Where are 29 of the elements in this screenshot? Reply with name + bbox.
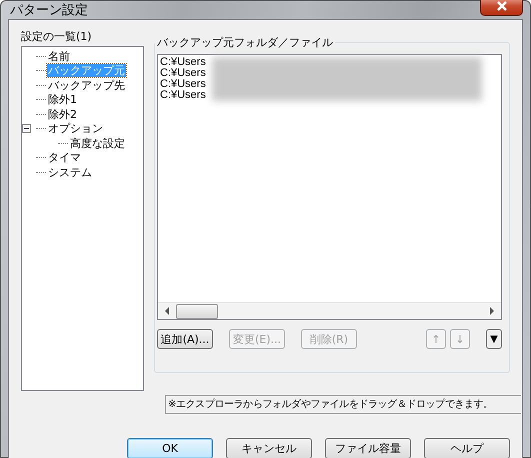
path-item[interactable]: C:¥Users [160, 68, 206, 79]
tree-item[interactable]: システム [47, 166, 93, 179]
path-item[interactable]: C:¥Users [160, 79, 206, 90]
path-item[interactable]: C:¥Users [160, 57, 206, 68]
collapse-toggle[interactable] [22, 124, 31, 134]
dialog-button[interactable]: ヘルプ [424, 438, 510, 458]
scroll-thumb[interactable] [176, 304, 218, 318]
horizontal-scrollbar[interactable] [158, 302, 501, 319]
close-button[interactable] [480, 0, 523, 16]
tree-item[interactable]: オプション [47, 122, 104, 136]
tree-item[interactable]: 高度な設定 [69, 136, 126, 150]
dialog-button[interactable]: OK [127, 438, 213, 458]
tree-item[interactable]: 除外2 [47, 108, 78, 121]
path-item[interactable]: C:¥Users [160, 90, 206, 101]
dialog-button[interactable]: キャンセル [226, 438, 312, 458]
settings-list-label: 設定の一覧(1) [21, 29, 93, 45]
scroll-right-icon[interactable] [489, 307, 495, 315]
window-title: パターン設定 [9, 2, 88, 19]
dialog-button[interactable]: ファイル容量 [325, 438, 411, 458]
scroll-left-icon[interactable] [164, 307, 170, 315]
close-icon [496, 1, 508, 11]
group-title: バックアップ元フォルダ／ファイル [156, 35, 334, 50]
tree-item[interactable]: 除外1 [47, 93, 78, 106]
hint-text: ※エクスプローラからフォルダやファイルをドラッグ＆ドロップできます。 [165, 395, 521, 414]
list-action-button[interactable]: 追加(A)... [157, 329, 213, 349]
menu-button[interactable]: ▼ [486, 329, 502, 349]
tree-item[interactable]: バックアップ先 [47, 78, 126, 92]
tree-item[interactable]: タイマ [47, 151, 82, 164]
tree-item[interactable]: 名前 [47, 50, 71, 63]
